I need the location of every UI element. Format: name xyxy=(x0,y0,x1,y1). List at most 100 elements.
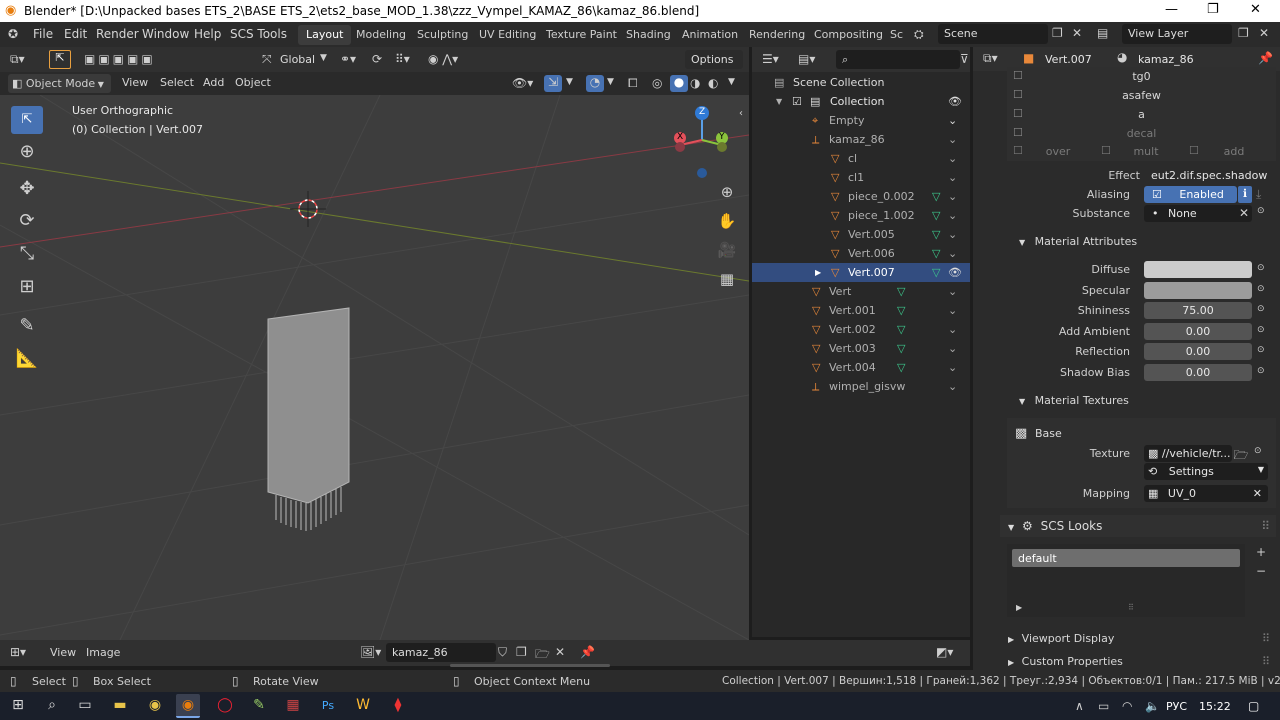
outliner-row[interactable]: ▶ ▽ Vert.007 ▽ 👁 xyxy=(752,263,970,282)
image-browse-icon[interactable]: 🖼▾ xyxy=(360,645,381,659)
photoshop-icon[interactable]: Ps xyxy=(316,694,340,718)
outliner-row[interactable]: ▽ Vert ▽ ⌄ xyxy=(752,282,970,301)
material-slot-row[interactable]: ☐ a xyxy=(1007,106,1276,124)
outliner-row[interactable]: ▼ ☑ ▤ Collection 👁 xyxy=(752,92,970,111)
tab-modeling[interactable]: Modeling xyxy=(348,25,414,45)
visibility-toggle-icon[interactable]: ⌄ xyxy=(948,133,957,146)
texture-options-icon[interactable]: ⊙ xyxy=(1254,446,1262,456)
object-mode-select[interactable]: ◧ Object Mode ▼ xyxy=(8,74,111,93)
editor-type-icon[interactable]: ⧉▾ xyxy=(10,52,25,67)
visibility-toggle-icon[interactable]: ⌄ xyxy=(948,361,957,374)
keyframe-icon[interactable]: ⊙ xyxy=(1257,263,1265,273)
scene-field[interactable]: Scene xyxy=(938,24,1048,44)
horizontal-scrollbar[interactable] xyxy=(450,664,610,667)
clear-mapping-icon[interactable]: ✕ xyxy=(1253,487,1262,500)
chevron-down-icon[interactable]: ▼ xyxy=(607,77,614,87)
sidebar-toggle-icon[interactable]: ‹ xyxy=(739,108,743,119)
volume-icon[interactable]: 🔈 xyxy=(1145,699,1160,713)
snap-icon[interactable]: ⟳ xyxy=(372,52,382,66)
color-swatch[interactable] xyxy=(1144,261,1252,278)
transform-orientation-select[interactable]: Global xyxy=(280,53,315,66)
material-attributes-header[interactable]: ▼ Material Attributes xyxy=(1007,231,1275,251)
tab-animation[interactable]: Animation xyxy=(674,25,746,45)
notepad-icon[interactable]: ✎ xyxy=(247,694,271,718)
visibility-toggle-icon[interactable]: ⌄ xyxy=(948,247,957,260)
outliner-row[interactable]: ▽ cl1 ⌄ xyxy=(752,168,970,187)
notifications-icon[interactable]: ▢ xyxy=(1248,699,1259,713)
image-menu-view[interactable]: View xyxy=(50,646,76,659)
image-menu-image[interactable]: Image xyxy=(86,646,120,659)
gizmo-z-label[interactable]: Z xyxy=(699,107,705,117)
measure-tool-icon[interactable]: 📐 xyxy=(14,348,40,369)
tab-compositing[interactable]: Compositing xyxy=(806,25,891,45)
outliner-row[interactable]: ▽ Vert.005 ▽ ⌄ xyxy=(752,225,970,244)
material-textures-header[interactable]: ▼ Material Textures xyxy=(1007,390,1275,410)
open-image-icon[interactable]: 🗁 xyxy=(535,645,550,666)
number-field[interactable]: 0.00 xyxy=(1144,343,1252,361)
clear-substance-icon[interactable]: ✕ xyxy=(1239,206,1249,220)
menu-file[interactable]: File xyxy=(33,27,53,41)
drag-handle-icon[interactable]: ⠿ xyxy=(1262,632,1270,645)
scale-tool-icon[interactable]: ⤡ xyxy=(14,243,40,264)
expand-arrow-icon[interactable]: ▼ xyxy=(776,97,782,106)
tab-sculpting[interactable]: Sculpting xyxy=(409,25,476,45)
camera-view-icon[interactable]: 🎥 xyxy=(716,241,738,259)
selection-mode-icons[interactable]: ▣▣▣▣▣ xyxy=(84,52,156,66)
tab-texture-paint[interactable]: Texture Paint xyxy=(538,25,625,45)
flag-toggle[interactable]: ☐ add xyxy=(1183,144,1269,160)
options-button[interactable]: Options xyxy=(685,50,743,69)
chevron-down-icon[interactable]: ▼ xyxy=(728,77,735,87)
xray-icon[interactable]: ⧠ xyxy=(628,76,638,91)
pivot-icon[interactable]: ⚭▾ xyxy=(340,52,356,66)
visibility-toggle-icon[interactable]: ⌄ xyxy=(948,304,957,317)
keyframe-icon[interactable]: ⊙ xyxy=(1257,325,1265,335)
outliner-search-input[interactable]: ⌕ xyxy=(836,50,960,69)
fake-user-icon[interactable]: ⛉ xyxy=(498,645,507,660)
proportional-editing-icon[interactable]: ◉ ⋀▾ xyxy=(428,52,458,66)
delete-scene-icon[interactable]: ✕ xyxy=(1072,26,1082,40)
color-swatch[interactable] xyxy=(1144,281,1252,299)
pin-icon[interactable]: 📌 xyxy=(580,645,595,659)
visibility-icon[interactable]: 👁▾ xyxy=(512,76,533,90)
mapping-field[interactable]: ▦ UV_0 ✕ xyxy=(1144,485,1268,502)
visibility-toggle-icon[interactable]: ⌄ xyxy=(948,209,957,222)
new-view-layer-icon[interactable]: ❐ xyxy=(1238,26,1249,40)
app-icon[interactable]: ⧫ xyxy=(386,694,410,718)
keyframe-icon[interactable]: ⊙ xyxy=(1257,345,1265,355)
material-slot-row[interactable]: ☐ tg0 xyxy=(1007,68,1276,86)
shading-wireframe-icon[interactable]: ◎ xyxy=(652,76,662,90)
substance-options-icon[interactable]: ⊙ xyxy=(1257,206,1265,216)
editor-type-icon[interactable]: ☰▾ xyxy=(762,52,779,66)
drag-handle-icon[interactable]: ⠿ xyxy=(1261,519,1270,533)
cursor-tool-icon[interactable]: ⊕ xyxy=(14,141,40,162)
outliner-row[interactable]: ▽ piece_0.002 ▽ ⌄ xyxy=(752,187,970,206)
chevron-up-icon[interactable]: ∧ xyxy=(1075,699,1084,713)
gizmo-toggle-icon[interactable]: ⇲ xyxy=(544,75,562,92)
wordpad-icon[interactable]: W xyxy=(351,694,375,718)
download-icon[interactable]: ⤓ xyxy=(1256,187,1261,202)
custom-properties-header[interactable]: ▶ Custom Properties ⠿ xyxy=(1000,651,1276,670)
visibility-toggle-icon[interactable]: ⌄ xyxy=(948,152,957,165)
new-image-icon[interactable]: ❐ xyxy=(516,645,527,659)
menu-edit[interactable]: Edit xyxy=(64,27,87,41)
pin-icon[interactable]: 📌 xyxy=(1258,51,1273,65)
menu-help[interactable]: Help xyxy=(194,27,221,41)
expand-list-icon[interactable]: ▶ xyxy=(1016,603,1022,612)
file-explorer-icon[interactable]: ▬ xyxy=(108,694,132,718)
menu-window[interactable]: Window xyxy=(142,27,189,41)
editor-type-icon[interactable]: ⧉▾ xyxy=(983,51,998,66)
view-layer-icon[interactable]: ▤ xyxy=(1097,26,1108,40)
task-view-icon[interactable]: ▭ xyxy=(73,694,97,718)
snap-target-icon[interactable]: ⠿▾ xyxy=(395,52,410,66)
shading-rendered-icon[interactable]: ◐ xyxy=(708,76,718,90)
material-slot-row[interactable]: ☐ asafew xyxy=(1007,87,1276,105)
keyframe-icon[interactable]: ⊙ xyxy=(1257,366,1265,376)
3d-viewport[interactable]: Z X Y User Orthographic (0) Collection |… xyxy=(0,95,749,640)
texture-field[interactable]: ▩ //vehicle/tr... xyxy=(1144,445,1232,462)
new-scene-icon[interactable]: ❐ xyxy=(1052,26,1063,40)
remove-look-icon[interactable]: − xyxy=(1256,564,1266,578)
number-field[interactable]: 0.00 xyxy=(1144,364,1252,381)
visibility-toggle-icon[interactable]: ⌄ xyxy=(948,342,957,355)
outliner-row[interactable]: ⌖ Empty ⌄ xyxy=(752,111,970,130)
visibility-toggle-icon[interactable]: ⌄ xyxy=(948,114,957,127)
